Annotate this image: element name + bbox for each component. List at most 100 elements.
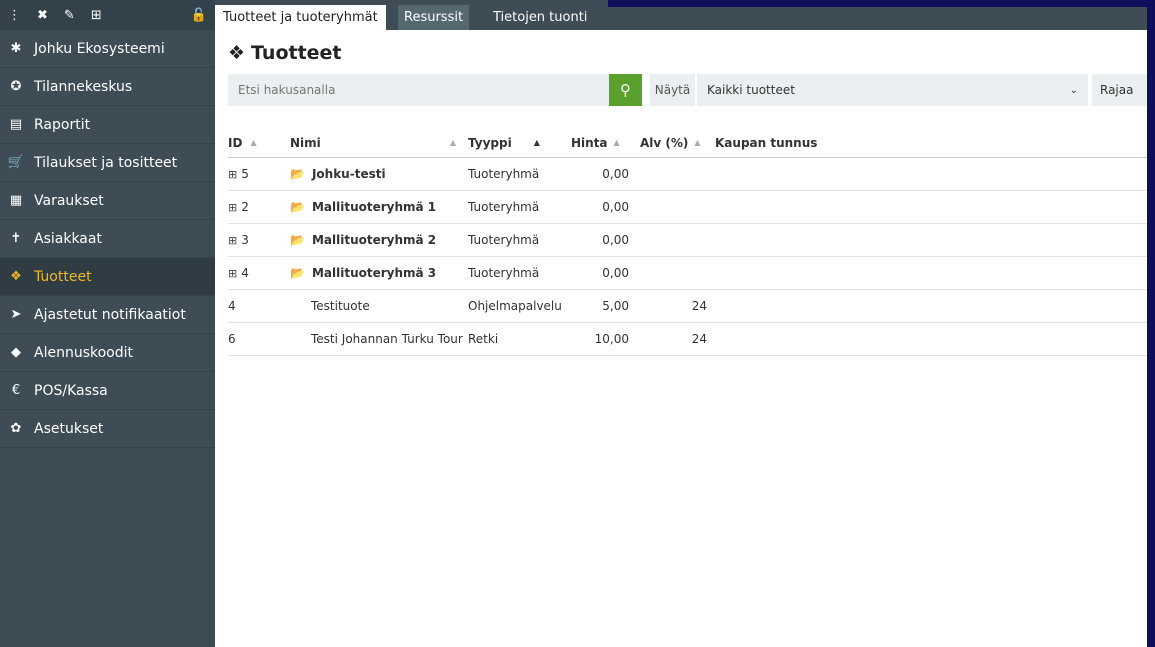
sidebar-item[interactable]: ❖ Tuotteet [0, 258, 215, 296]
sidebar-item[interactable]: 🛒 Tilaukset ja tositteet [0, 144, 215, 182]
cart-icon: 🛒 [7, 155, 25, 170]
sort-icon: ▲ [613, 138, 620, 147]
table-row[interactable]: ⊞ 4 📂 Mallituoteryhmä 3 Tuoteryhmä 0,00 [228, 257, 1147, 290]
cell-name: 📂 Mallituoteryhmä 3 [290, 266, 468, 280]
row-id: 5 [241, 167, 249, 181]
sidebar-toolbar: ⋮ ✖ ✎ ⊞ 🔓 [0, 0, 215, 30]
row-name[interactable]: Testi Johannan Turku Tour [290, 332, 463, 346]
cell-price: 0,00 [602, 200, 629, 214]
cog-icon: ✿ [10, 421, 22, 436]
menu-dots-icon[interactable]: ⋮ [8, 8, 21, 23]
cell-id: 6 [228, 332, 290, 346]
table-row[interactable]: 4 Testituote Ohjelmapalvelu 5,00 24 [228, 290, 1147, 323]
cell-type: Tuoteryhmä [468, 266, 540, 280]
sidebar-item-label: Ajastetut notifikaatiot [34, 306, 186, 323]
report-icon: ▤ [9, 117, 23, 132]
cell-id: ⊞ 3 [228, 233, 290, 247]
cell-type: Ohjelmapalvelu [468, 299, 562, 313]
sidebar-nav: ✱ Johku Ekosysteemi ✪ Tilannekeskus ▤ Raporti… [0, 30, 215, 448]
header-name[interactable]: Nimi ▲ [290, 136, 468, 150]
cell-vat: 24 [691, 299, 707, 313]
header-price[interactable]: Hinta ▲ [571, 136, 633, 150]
cubes-icon: ❖ [10, 269, 22, 284]
sitemap-icon[interactable]: ⊞ [91, 8, 102, 23]
sidebar-item[interactable]: ➤ Ajastetut notifikaatiot [0, 296, 215, 334]
sidebar-item-label: Tilaukset ja tositteet [34, 154, 178, 171]
expand-icon[interactable]: ✖ [37, 8, 48, 23]
window-edge [608, 0, 1147, 7]
sidebar-item[interactable]: ✱ Johku Ekosysteemi [0, 30, 215, 68]
filter-button[interactable]: Rajaa [1092, 74, 1147, 106]
tab-bar: Tuotteet ja tuoteryhmät Resurssit Tietoj… [215, 0, 1147, 30]
lock-icon[interactable]: 🔓 [191, 8, 207, 23]
folder-icon: 📂 [290, 233, 305, 247]
sort-icon: ▲ [533, 138, 540, 147]
expand-icon[interactable]: ⊞ [228, 168, 237, 181]
tab-resources[interactable]: Resurssit [398, 5, 470, 30]
cell-vat: 24 [691, 332, 707, 346]
cell-type: Tuoteryhmä [468, 200, 540, 214]
row-name[interactable]: Mallituoteryhmä 2 [312, 233, 436, 247]
cell-type: Tuoteryhmä [468, 233, 540, 247]
cell-price: 5,00 [602, 299, 629, 313]
table-header: ID ▲ Nimi ▲ Tyyppi ▲ Hinta ▲ Alv (%) ▲ Kaupan… [228, 128, 1147, 158]
paper-plane-icon: ➤ [10, 307, 22, 322]
header-type[interactable]: Tyyppi ▲ [468, 136, 571, 150]
cell-name: 📂 Mallituoteryhmä 1 [290, 200, 468, 214]
header-id[interactable]: ID ▲ [228, 136, 290, 150]
person-icon: ✝ [10, 231, 22, 246]
chevron-down-icon: ⌄ [1069, 84, 1078, 96]
row-id: 3 [241, 233, 249, 247]
table-row[interactable]: 6 Testi Johannan Turku Tour Retki 10,00 24 [228, 323, 1147, 356]
sidebar-item[interactable]: ▤ Raportit [0, 106, 215, 144]
cell-name: Testi Johannan Turku Tour [290, 332, 468, 346]
sidebar-item[interactable]: ✪ Tilannekeskus [0, 68, 215, 106]
sort-icon: ▲ [250, 138, 257, 147]
product-filter-select[interactable]: Kaikki tuotteet ⌄ [697, 74, 1088, 106]
cell-type: Tuoteryhmä [468, 167, 540, 181]
search-button[interactable]: ⚲ [609, 74, 642, 106]
expand-icon[interactable]: ⊞ [228, 201, 237, 214]
cell-id: ⊞ 2 [228, 200, 290, 214]
sidebar-item[interactable]: ◆ Alennuskoodit [0, 334, 215, 372]
cell-price: 10,00 [594, 332, 629, 346]
cell-name: Testituote [290, 299, 468, 313]
pencil-icon[interactable]: ✎ [64, 8, 75, 23]
cell-price: 0,00 [602, 266, 629, 280]
select-value: Kaikki tuotteet [707, 83, 795, 97]
sidebar-item-label: Tilannekeskus [34, 78, 133, 95]
row-id: 4 [228, 299, 236, 313]
expand-icon[interactable]: ⊞ [228, 267, 237, 280]
sidebar: ⋮ ✖ ✎ ⊞ 🔓 ✱ Johku Ekosysteemi ✪ Tilannekesk… [0, 0, 215, 647]
row-name[interactable]: Mallituoteryhmä 1 [312, 200, 436, 214]
tag-icon: ◆ [11, 345, 21, 360]
sidebar-item[interactable]: ▦ Varaukset [0, 182, 215, 220]
expand-icon[interactable]: ⊞ [228, 234, 237, 247]
sidebar-item-label: Johku Ekosysteemi [34, 40, 165, 57]
header-store-id[interactable]: Kaupan tunnus [715, 136, 1147, 150]
sort-icon: ▲ [449, 138, 456, 147]
cell-name: 📂 Mallituoteryhmä 2 [290, 233, 468, 247]
row-id: 6 [228, 332, 236, 346]
header-vat[interactable]: Alv (%) ▲ [633, 136, 715, 150]
tab-products[interactable]: Tuotteet ja tuoteryhmät [215, 5, 386, 30]
products-table: ID ▲ Nimi ▲ Tyyppi ▲ Hinta ▲ Alv (%) ▲ Kaupan… [228, 128, 1147, 356]
page-heading: ❖ Tuotteet [228, 42, 342, 64]
cubes-icon: ❖ [228, 42, 246, 64]
row-name[interactable]: Mallituoteryhmä 3 [312, 266, 436, 280]
table-row[interactable]: ⊞ 3 📂 Mallituoteryhmä 2 Tuoteryhmä 0,00 [228, 224, 1147, 257]
sidebar-item[interactable]: ✝ Asiakkaat [0, 220, 215, 258]
sidebar-item[interactable]: € POS/Kassa [0, 372, 215, 410]
cell-id: ⊞ 4 [228, 266, 290, 280]
table-row[interactable]: ⊞ 2 📂 Mallituoteryhmä 1 Tuoteryhmä 0,00 [228, 191, 1147, 224]
folder-icon: 📂 [290, 266, 305, 280]
sidebar-item[interactable]: ✿ Asetukset [0, 410, 215, 448]
row-name[interactable]: Testituote [290, 299, 370, 313]
sidebar-item-label: Tuotteet [34, 268, 92, 285]
cell-id: 4 [228, 299, 290, 313]
row-name[interactable]: Johku-testi [312, 167, 386, 181]
table-row[interactable]: ⊞ 5 📂 Johku-testi Tuoteryhmä 0,00 [228, 158, 1147, 191]
tab-data-import[interactable]: Tietojen tuonti [485, 5, 595, 30]
sidebar-item-label: POS/Kassa [34, 382, 108, 399]
search-input[interactable]: Etsi hakusanalla [228, 74, 609, 106]
